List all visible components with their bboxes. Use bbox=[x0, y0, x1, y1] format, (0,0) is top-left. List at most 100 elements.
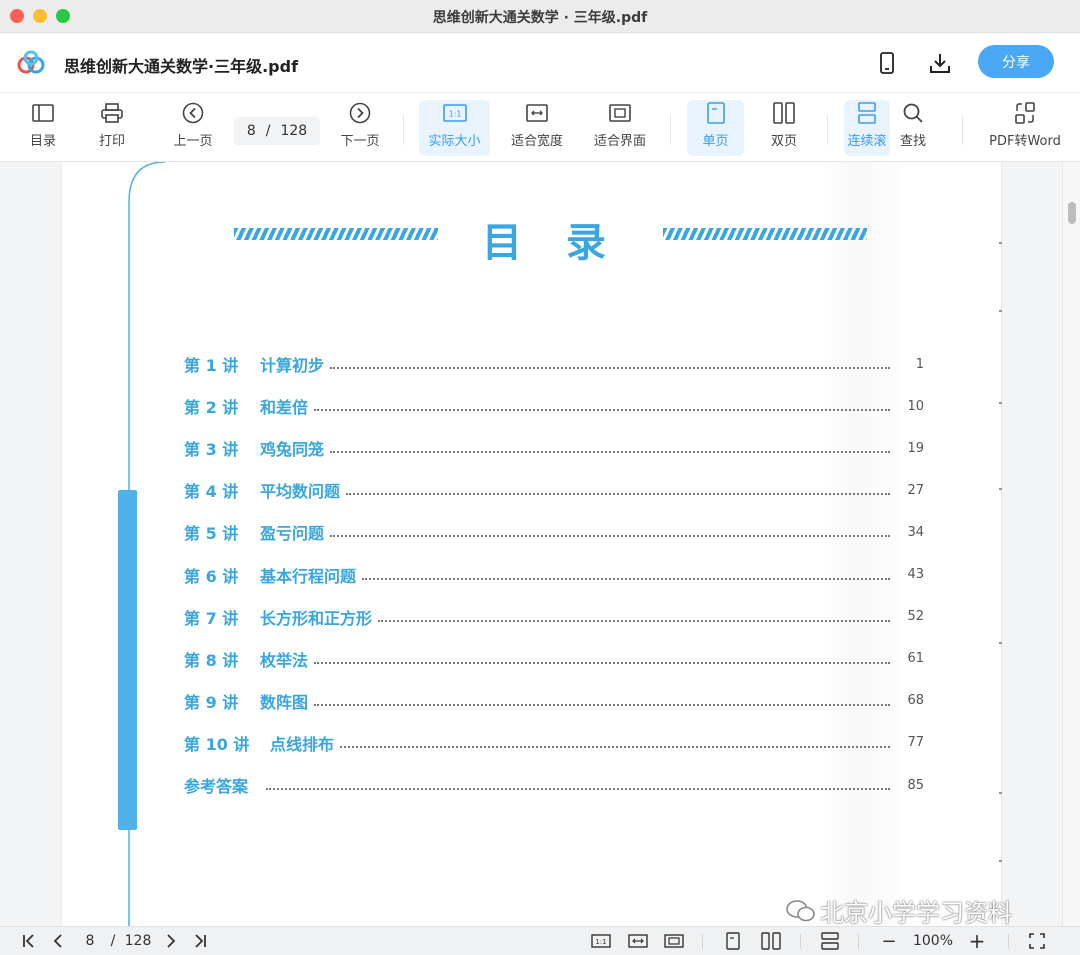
toolbar-pdf-to-word[interactable]: PDF转Word bbox=[982, 100, 1068, 156]
toc-entry[interactable]: 第 1 讲 计算初步 1 bbox=[184, 352, 924, 376]
watermark-text: 北京小学学习资料 bbox=[820, 899, 1012, 927]
window-title: 思维创新大通关数学 · 三年级.pdf bbox=[432, 10, 648, 26]
toolbar-divider bbox=[962, 115, 963, 145]
toolbar-next-label: 下一页 bbox=[340, 134, 380, 149]
toolbar-prev-page[interactable]: 上一页 bbox=[166, 100, 220, 156]
toc-entry-number: 第 8 讲 bbox=[184, 650, 239, 670]
toolbar-prev-label: 上一页 bbox=[173, 134, 213, 149]
fullscreen-icon[interactable] bbox=[1026, 931, 1048, 951]
status-divider bbox=[702, 934, 703, 949]
zoom-in-button[interactable]: + bbox=[967, 929, 987, 953]
toc-entry-title: 平均数问题 bbox=[260, 482, 341, 502]
watermark: 北京小学学习资料 bbox=[786, 893, 1012, 928]
toc-entry[interactable]: 第 5 讲 盈亏问题 34 bbox=[184, 520, 924, 544]
prev-page-icon[interactable] bbox=[48, 931, 68, 951]
toc-entry[interactable]: 第 10 讲点线排布 77 bbox=[184, 731, 924, 755]
toolbar-search-label: 查找 bbox=[899, 134, 926, 149]
toc-entry[interactable]: 第 3 讲 鸡兔同笼 19 bbox=[184, 436, 924, 460]
toolbar-double-page[interactable]: 双页 bbox=[757, 100, 811, 156]
toc-entry-page: 52 bbox=[907, 609, 924, 625]
toolbar-next-page[interactable]: 下一页 bbox=[333, 100, 387, 156]
toc-entry[interactable]: 第 8 讲 枚举法 61 bbox=[184, 647, 924, 671]
toolbar-print[interactable]: 打印 bbox=[87, 100, 137, 156]
last-page-icon[interactable] bbox=[189, 931, 211, 951]
pdf-page: 目录 第 1 讲 计算初步 1 第 2 讲 和差倍 10 第 3 讲 鸡兔同笼 19 第 4 讲 平… bbox=[62, 162, 1002, 926]
heading-stripe-right bbox=[663, 228, 867, 240]
actual-size-icon[interactable]: 1:1 bbox=[589, 931, 613, 951]
mobile-icon[interactable] bbox=[873, 49, 901, 77]
single-page-icon[interactable] bbox=[722, 931, 744, 951]
toc-leader-dots bbox=[314, 696, 890, 706]
title-bar: 思维创新大通关数学 · 三年级.pdf bbox=[0, 0, 1080, 33]
toc-entry-title: 基本行程问题 bbox=[260, 566, 357, 586]
actual-size-icon: 1:1 bbox=[442, 100, 467, 126]
toc-entry[interactable]: 第 7 讲 长方形和正方形 52 bbox=[184, 605, 924, 629]
toc-entry-title: 长方形和正方形 bbox=[260, 608, 373, 628]
toc-leader-dots bbox=[330, 527, 890, 538]
toc-entry-page: 19 bbox=[907, 440, 924, 456]
app-header: 思维创新大通关数学·三年级.pdf 分享 bbox=[0, 33, 1080, 93]
toc-entry-page: 43 bbox=[907, 567, 924, 582]
toc-entry-title: 鸡兔同笼 bbox=[260, 440, 325, 460]
continuous-scroll-icon[interactable] bbox=[818, 931, 842, 951]
toc-entry-number: 第 10 讲 bbox=[184, 734, 250, 754]
toc-entry-page: 61 bbox=[907, 651, 924, 667]
download-icon[interactable] bbox=[926, 49, 954, 77]
first-page-icon[interactable] bbox=[18, 931, 40, 951]
toc-leader-dots bbox=[314, 654, 890, 664]
toc-entry[interactable]: 第 9 讲 数阵图 68 bbox=[184, 689, 924, 713]
toc-entry-title: 和差倍 bbox=[260, 398, 309, 418]
current-page-number: 8 bbox=[246, 123, 256, 139]
toolbar-divider bbox=[670, 115, 671, 145]
toc-entry-number: 参考答案 bbox=[184, 777, 249, 796]
double-page-icon[interactable] bbox=[759, 931, 783, 951]
zoom-out-button[interactable]: − bbox=[879, 931, 899, 952]
share-button[interactable]: 分享 bbox=[978, 45, 1054, 78]
outline-icon bbox=[32, 100, 54, 126]
scrollbar-thumb[interactable] bbox=[1068, 202, 1076, 224]
toc-entry[interactable]: 第 4 讲 平均数问题 27 bbox=[184, 478, 924, 502]
page-edge-mark bbox=[999, 310, 1002, 312]
toc-entry-number: 第 7 讲 bbox=[184, 608, 239, 628]
toolbar-print-label: 打印 bbox=[98, 134, 125, 149]
toolbar-fit-width[interactable]: 适合宽度 bbox=[504, 100, 570, 156]
toolbar-actual-size[interactable]: 1:1 实际大小 bbox=[419, 100, 490, 156]
toolbar-outline[interactable]: 目录 bbox=[18, 100, 68, 156]
toc-entry-title: 枚举法 bbox=[260, 650, 309, 670]
toc-entry-number: 第 1 讲 bbox=[184, 356, 239, 375]
status-bar: 8 / 128 1:1 − 100% + bbox=[0, 926, 1080, 955]
fit-width-icon[interactable] bbox=[626, 931, 650, 951]
toolbar-divider bbox=[403, 115, 404, 145]
page-number-input[interactable]: 8 / 128 bbox=[234, 117, 320, 145]
toc-entry-page: 68 bbox=[907, 693, 924, 709]
zoom-level[interactable]: 100% bbox=[908, 931, 958, 951]
double-page-icon bbox=[773, 100, 795, 126]
search-icon bbox=[902, 100, 924, 126]
continuous-scroll-icon bbox=[857, 100, 877, 126]
toc-entry-page: 34 bbox=[907, 524, 924, 540]
convert-icon bbox=[1014, 100, 1036, 126]
toolbar-pdf-to-word-label: PDF转Word bbox=[989, 134, 1061, 149]
status-current-page[interactable]: 8 bbox=[78, 931, 102, 951]
toc-entry[interactable]: 第 2 讲 和差倍 10 bbox=[184, 394, 924, 418]
status-total-pages: 128 bbox=[124, 933, 152, 949]
toolbar-search[interactable]: 查找 bbox=[890, 100, 936, 156]
toolbar-single-page[interactable]: 单页 bbox=[687, 100, 744, 156]
chevron-right-icon bbox=[349, 100, 371, 126]
page-edge-mark bbox=[999, 488, 1002, 490]
toolbar-fit-width-label: 适合宽度 bbox=[510, 134, 563, 149]
svg-text:1:1: 1:1 bbox=[448, 110, 461, 119]
toc-leader-dots bbox=[330, 443, 890, 454]
document-viewport[interactable]: 目录 第 1 讲 计算初步 1 第 2 讲 和差倍 10 第 3 讲 鸡兔同笼 19 第 4 讲 平… bbox=[0, 162, 1080, 926]
toc-entry[interactable]: 参考答案 85 bbox=[184, 773, 924, 797]
toolbar-fit-page[interactable]: 适合界面 bbox=[587, 100, 653, 156]
toc-entry-title: 计算初步 bbox=[260, 356, 325, 375]
toolbar-continuous-scroll[interactable]: 连续滚 bbox=[844, 100, 890, 156]
toc-leader-dots bbox=[330, 359, 890, 369]
vertical-scrollbar[interactable] bbox=[1062, 162, 1080, 926]
fit-page-icon[interactable] bbox=[662, 931, 686, 951]
next-page-icon[interactable] bbox=[161, 931, 181, 951]
toc-entry[interactable]: 第 6 讲 基本行程问题 43 bbox=[184, 563, 924, 587]
status-page-separator: / bbox=[110, 933, 116, 949]
toc-leader-dots bbox=[266, 780, 890, 790]
